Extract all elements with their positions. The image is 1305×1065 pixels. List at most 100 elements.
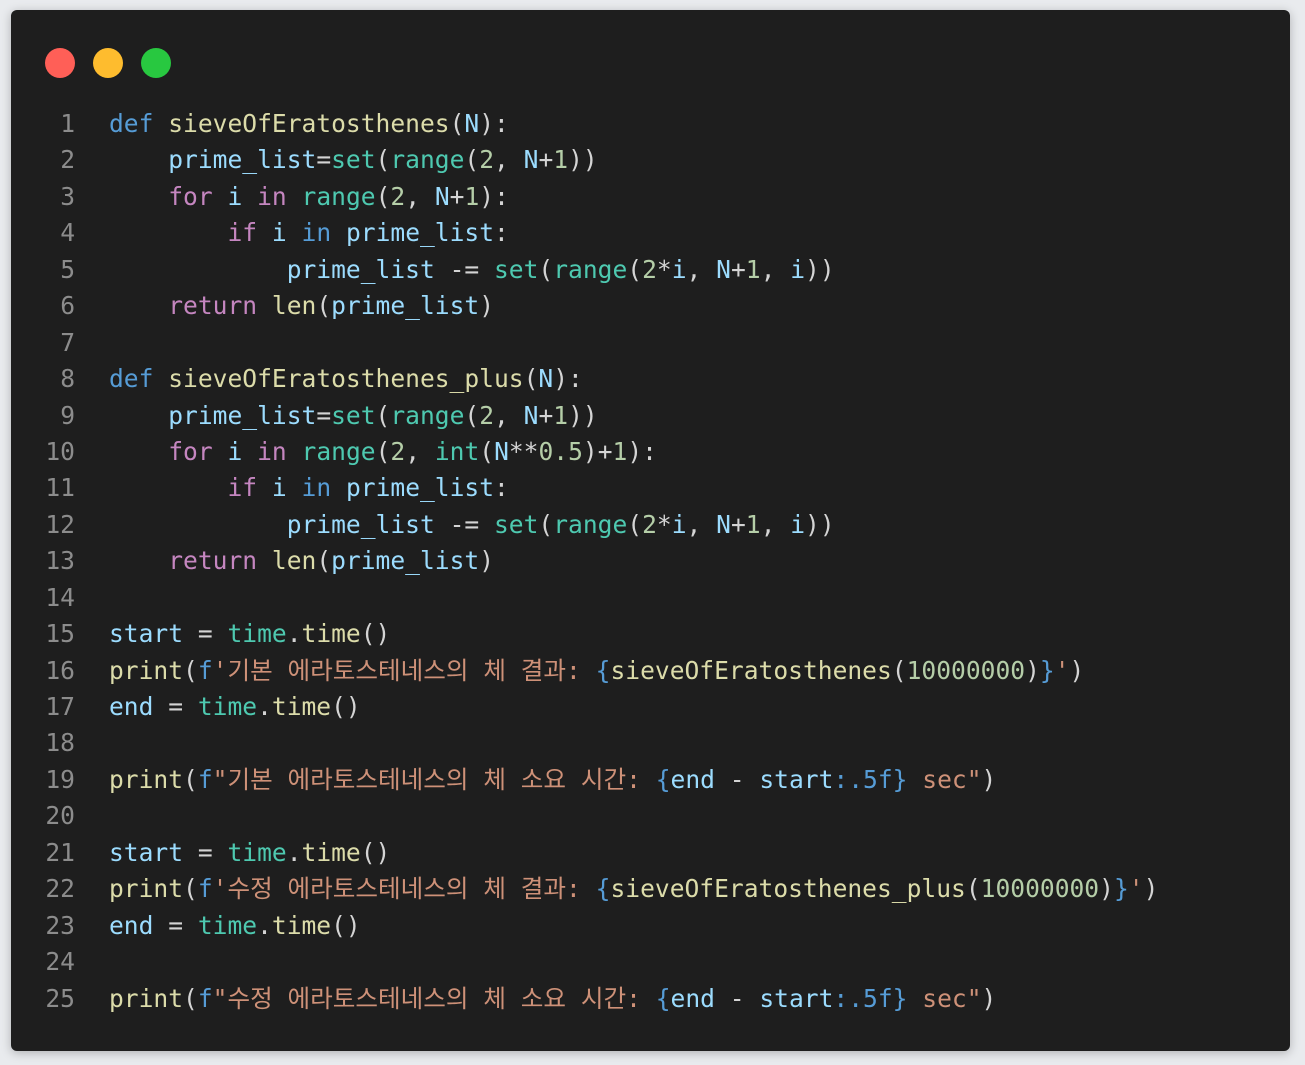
line-number: 22 bbox=[45, 874, 75, 904]
code-token: } bbox=[1113, 874, 1129, 904]
code-line[interactable]: 25 print(f"수정 에라토스테네스의 체 소요 시간: {end - st… bbox=[11, 981, 1290, 1017]
line-number: 24 bbox=[45, 947, 75, 977]
code-token: () bbox=[360, 619, 391, 649]
code-line[interactable]: 6 return len(prime_list) bbox=[11, 288, 1290, 324]
code-line[interactable]: 9 prime_list=set(range(2, N+1)) bbox=[11, 398, 1290, 434]
code-line[interactable]: 23 end = time.time() bbox=[11, 908, 1290, 944]
code-token: for bbox=[168, 181, 213, 211]
close-button[interactable] bbox=[45, 48, 75, 78]
code-token: in bbox=[257, 181, 287, 211]
code-token: 1 bbox=[553, 400, 569, 430]
code-token: N bbox=[523, 400, 539, 430]
code-token: ) bbox=[1099, 874, 1114, 904]
code-line[interactable]: 18 bbox=[11, 725, 1290, 761]
code-token: range bbox=[390, 145, 465, 175]
code-line[interactable]: 20 bbox=[11, 798, 1290, 834]
code-line[interactable]: 2 prime_list=set(range(2, N+1)) bbox=[11, 142, 1290, 178]
line-source: if i in prime_list: bbox=[109, 470, 509, 506]
code-token: , bbox=[494, 400, 524, 430]
code-token: in bbox=[301, 218, 332, 248]
code-token: in bbox=[301, 473, 332, 503]
code-line[interactable]: 12 prime_list -= set(range(2*i, N+1, i)) bbox=[11, 507, 1290, 543]
code-token: { bbox=[655, 764, 671, 794]
code-token: 2 bbox=[642, 509, 657, 539]
code-line[interactable]: 21 start = time.time() bbox=[11, 835, 1290, 871]
code-token: sieveOfEratosthenes_plus bbox=[610, 874, 966, 904]
code-token: time bbox=[271, 692, 332, 721]
code-token: time bbox=[227, 837, 287, 867]
code-token: def bbox=[109, 364, 154, 394]
code-line[interactable]: 11 if i in prime_list: bbox=[11, 470, 1290, 506]
code-line[interactable]: 4 if i in prime_list: bbox=[11, 215, 1290, 251]
line-source: print(f'기본 에라토스테네스의 체 결과: {sieveOfEratos… bbox=[109, 653, 1084, 689]
code-token: ( bbox=[183, 983, 198, 1013]
code-token: )) bbox=[805, 254, 835, 284]
code-token: N bbox=[434, 181, 450, 211]
code-token: '수정 에라토스테네스의 체 결과: bbox=[212, 874, 596, 904]
line-source: if i in prime_list: bbox=[109, 215, 508, 251]
code-line[interactable]: 8 def sieveOfEratosthenes_plus(N): bbox=[11, 361, 1290, 397]
code-token: set bbox=[494, 254, 539, 284]
minimize-button[interactable] bbox=[93, 48, 123, 78]
code-token: 1 bbox=[612, 436, 628, 466]
code-line[interactable]: 14 bbox=[11, 580, 1290, 616]
code-token: . bbox=[257, 910, 272, 940]
code-token: ( bbox=[627, 254, 643, 284]
maximize-button[interactable] bbox=[141, 48, 171, 78]
code-token: () bbox=[331, 910, 361, 940]
code-token: i bbox=[271, 218, 287, 248]
code-line[interactable]: 7 bbox=[11, 325, 1290, 361]
code-token: , bbox=[494, 145, 524, 175]
line-number: 25 bbox=[45, 983, 75, 1013]
code-token: time bbox=[197, 692, 258, 721]
code-token: start bbox=[109, 619, 184, 649]
code-token: + bbox=[730, 509, 746, 539]
code-token: -= bbox=[434, 509, 494, 539]
code-line[interactable]: 3 for i in range(2, N+1): bbox=[11, 179, 1290, 215]
code-token: ( bbox=[316, 546, 332, 576]
code-token: time bbox=[301, 619, 361, 649]
code-token: prime_list bbox=[168, 145, 317, 175]
code-token: i bbox=[671, 254, 687, 284]
code-token: -= bbox=[434, 254, 494, 284]
code-token: - bbox=[714, 983, 760, 1013]
code-line[interactable]: 19 print(f"기본 에라토스테네스의 체 소요 시간: {end - st… bbox=[11, 762, 1290, 798]
code-token: : bbox=[494, 473, 509, 503]
line-source: end = time.time() bbox=[109, 689, 361, 725]
code-window: 1 def sieveOfEratosthenes(N): 2 prime_list… bbox=[11, 10, 1290, 1051]
code-token: ) bbox=[1025, 655, 1040, 685]
line-number: 23 bbox=[45, 910, 75, 940]
code-line[interactable]: 10 for i in range(2, int(N**0.5)+1): bbox=[11, 434, 1290, 470]
code-token: ' bbox=[1128, 874, 1144, 904]
code-token: ): bbox=[479, 109, 509, 138]
code-line[interactable]: 22 print(f'수정 에라토스테네스의 체 결과: {sieveOfErat… bbox=[11, 871, 1290, 907]
code-line[interactable]: 16 print(f'기본 에라토스테네스의 체 결과: {sieveOfErat… bbox=[11, 653, 1290, 689]
code-token: time bbox=[197, 910, 258, 940]
code-line[interactable]: 17 end = time.time() bbox=[11, 689, 1290, 725]
line-number: 13 bbox=[45, 546, 75, 576]
code-token: * bbox=[656, 509, 672, 539]
code-token: , bbox=[686, 254, 717, 284]
code-token: range bbox=[301, 436, 376, 466]
code-token: 2 bbox=[390, 436, 406, 466]
code-token: ( bbox=[523, 364, 539, 394]
line-number: 6 bbox=[60, 291, 75, 321]
code-line[interactable]: 13 return len(prime_list) bbox=[11, 543, 1290, 579]
code-editor[interactable]: 1 def sieveOfEratosthenes(N): 2 prime_list… bbox=[11, 106, 1290, 1017]
code-token: N bbox=[494, 436, 509, 466]
code-line[interactable]: 24 bbox=[11, 944, 1290, 980]
code-token: ): bbox=[627, 436, 657, 466]
code-token: sec" bbox=[907, 983, 982, 1013]
code-line[interactable]: 5 prime_list -= set(range(2*i, N+1, i)) bbox=[11, 252, 1290, 288]
code-line[interactable]: 15 start = time.time() bbox=[11, 616, 1290, 652]
line-number: 18 bbox=[45, 728, 75, 758]
code-line[interactable]: 1 def sieveOfEratosthenes(N): bbox=[11, 106, 1290, 142]
code-token: set bbox=[331, 400, 376, 430]
code-token: def bbox=[109, 109, 154, 138]
